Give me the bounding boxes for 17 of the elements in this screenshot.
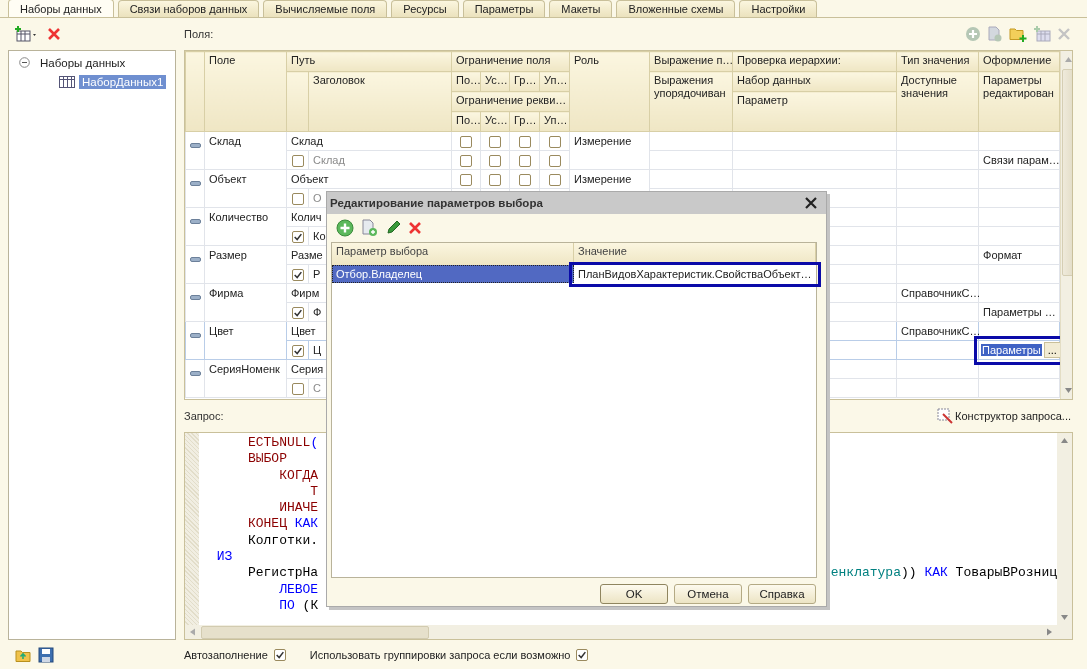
code-line: РегистрНа: [246, 565, 319, 581]
code-line: Т: [309, 483, 319, 499]
section-label: Запрос:: [184, 410, 224, 422]
code-line: ЛЕВОЕ: [278, 581, 319, 597]
code-line: ВЫБОР: [246, 451, 287, 467]
code-line: КОГДА: [278, 467, 319, 483]
code-line: ИЗ: [216, 549, 233, 565]
code-line: енклатура)) КАК ТоварыВРозниц: [830, 565, 1057, 582]
code-line: ЕСТЬNULL(: [246, 435, 319, 450]
option-label: Использовать группировки запроса если возможно: [309, 648, 571, 661]
code-line: ПО (К: [278, 597, 319, 613]
option-label: Автозаполнение: [184, 648, 268, 661]
section-label: Поля:: [184, 28, 214, 40]
code-line: КОНЕЦ КАК: [246, 516, 319, 532]
code-line: ИНАЧЕ: [278, 500, 319, 516]
code-line: Колготки.: [246, 532, 319, 548]
dialog-title: Редактирование параметров выбора: [330, 197, 543, 209]
